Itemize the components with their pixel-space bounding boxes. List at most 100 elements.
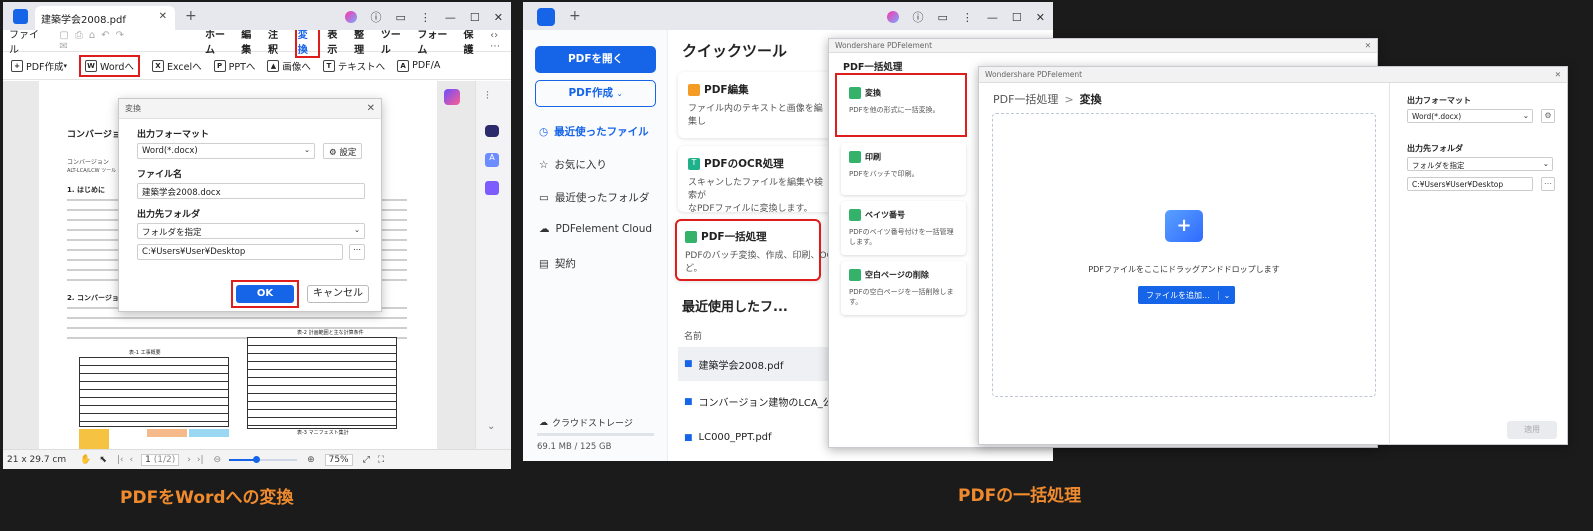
convert-icon (849, 87, 861, 99)
recent-file-row[interactable]: ■ 建築学会2008.pdf (678, 347, 828, 381)
convert-close-icon[interactable]: ✕ (1555, 70, 1561, 79)
dialog-close-icon[interactable]: ✕ (367, 103, 375, 114)
new-tab-icon[interactable]: + (569, 8, 581, 24)
doc-subtitle: コンバージョン (67, 159, 109, 166)
fullscreen-icon[interactable]: ⛶ (378, 455, 384, 465)
add-files-button[interactable]: ファイルを追加... ⌄ (1138, 286, 1236, 304)
batch-item-bates[interactable]: ベイツ番号 PDFのベイツ番号付けを一括管理します。 (841, 201, 966, 255)
menu-protect[interactable]: 保護 (463, 26, 483, 56)
menu-tools[interactable]: ツール (381, 26, 411, 56)
ok-button[interactable]: OK (236, 285, 294, 303)
batch-close-icon[interactable]: ✕ (1365, 41, 1371, 50)
to-text-button[interactable]: T テキストへ (322, 59, 385, 73)
chevron-down-icon[interactable]: ⌄ (1217, 290, 1236, 300)
menu-comment[interactable]: 注釈 (268, 26, 288, 56)
help-icon[interactable]: ⓘ (371, 9, 382, 25)
quick-access-icons[interactable]: ▢⎙⌂↶↷✉ (59, 30, 143, 52)
select-tool-icon[interactable]: ⬉ (99, 455, 107, 465)
menu-edit[interactable]: 編集 (241, 26, 261, 56)
breadcrumb-root[interactable]: PDF一括処理 (993, 91, 1058, 107)
nav-recent-folders[interactable]: ▭ 最近使ったフォルダ (539, 190, 649, 205)
to-image-button[interactable]: ▲ 画像へ (267, 59, 311, 73)
prev-page-icon[interactable]: ‹ (130, 455, 134, 465)
page-number-input[interactable]: 1 (1/2) (141, 453, 180, 466)
document-tab-title: 建築学会2008.pdf (41, 15, 126, 26)
batch-item-convert[interactable]: 変換 PDFを他の形式に一括変換。 (841, 79, 966, 123)
settings-icon[interactable]: ⚙ (1541, 109, 1555, 123)
close-tab-icon[interactable]: ✕ (159, 11, 167, 22)
more-icon[interactable]: ⋮ (420, 11, 431, 24)
filename-input[interactable]: 建築学会2008.docx (137, 183, 365, 199)
maximize-icon[interactable]: ☐ (1012, 11, 1022, 24)
open-pdf-button[interactable]: PDFを開く (535, 46, 656, 73)
to-excel-button[interactable]: X Excelへ (151, 59, 202, 73)
batch-item-print[interactable]: 印刷 PDFをバッチで印刷。 (841, 143, 966, 195)
chatbot-icon[interactable] (485, 125, 499, 137)
new-tab-icon[interactable]: + (185, 8, 197, 24)
menu-form[interactable]: フォーム (417, 26, 456, 56)
avatar[interactable] (344, 11, 357, 23)
menu-file[interactable]: ファイル (9, 26, 48, 56)
folder-select[interactable]: フォルダを指定 ⌄ (137, 223, 365, 239)
hand-tool-icon[interactable]: ✋ (80, 455, 91, 465)
to-word-button[interactable]: W Wordへ (79, 54, 140, 77)
last-page-icon[interactable]: ›| (197, 455, 204, 465)
note-icon[interactable] (485, 181, 499, 195)
output-format-select[interactable]: Word(*.docx) ⌄ (137, 143, 315, 159)
chevron-down-icon: ⌄ (304, 146, 310, 154)
next-page-icon[interactable]: › (187, 455, 191, 465)
close-window-icon[interactable]: ✕ (1036, 11, 1045, 24)
minimize-icon[interactable]: — (987, 11, 998, 24)
create-pdf-button[interactable]: + PDF作成 ▾ (11, 59, 67, 73)
browse-button[interactable]: ⋯ (349, 244, 365, 260)
nav-cloud[interactable]: ☁ PDFelement Cloud (539, 223, 652, 235)
scroll-down-icon[interactable]: ⌄ (487, 421, 495, 432)
zoom-level[interactable]: 75% (324, 453, 353, 466)
avatar[interactable] (886, 11, 899, 23)
close-window-icon[interactable]: ✕ (494, 11, 503, 24)
settings-button[interactable]: ⚙ 設定 (323, 143, 363, 159)
properties-icon[interactable]: ⫶ (486, 89, 489, 103)
card-pdf-batch[interactable]: PDF一括処理 PDFのバッチ変換、作成、印刷、OCR ど。 (675, 219, 839, 281)
minimize-icon[interactable]: — (445, 11, 456, 24)
first-page-icon[interactable]: |‹ (117, 455, 124, 465)
card-pdf-edit[interactable]: PDF編集 ファイル内のテキストと画像を編集し (678, 72, 838, 138)
nav-contracts[interactable]: ▤ 契約 (539, 256, 576, 271)
fit-page-icon[interactable]: ⤢ (363, 455, 370, 465)
folder-path-input[interactable]: C:¥Users¥User¥Desktop (1407, 177, 1533, 191)
document-tab[interactable]: 建築学会2008.pdf ✕ (35, 6, 175, 30)
message-icon[interactable]: ▭ (396, 11, 406, 24)
table-1-title: 表-1 工事概要 (129, 350, 161, 356)
zoom-slider[interactable] (229, 455, 298, 463)
drop-zone[interactable]: + PDFファイルをここにドラッグアンドドロップします ファイルを追加... ⌄ (992, 113, 1376, 397)
to-pdfa-button[interactable]: A PDF/A (397, 59, 440, 72)
more-icon[interactable]: ⋮ (962, 11, 973, 24)
zoom-in-icon[interactable]: ⊕ (307, 455, 315, 465)
browse-button[interactable]: ⋯ (1541, 177, 1555, 191)
batch-item-remove-blank[interactable]: 空白ページの削除 PDFの空白ページを一括削除します。 (841, 261, 966, 315)
output-format-label: 出力フォーマット (137, 130, 210, 140)
menu-organize[interactable]: 整理 (354, 26, 374, 56)
card-pdf-ocr[interactable]: T PDFのOCR処理 スキャンしたファイルを編集や検索が なPDFファイルに変換… (678, 146, 838, 214)
folder-select[interactable]: フォルダを指定 ⌄ (1407, 157, 1553, 171)
message-icon[interactable]: ▭ (938, 11, 948, 24)
translate-icon[interactable]: A (485, 153, 499, 167)
ai-assistant-icon[interactable] (444, 89, 460, 105)
drop-text: PDFファイルをここにドラッグアンドドロップします (1088, 265, 1280, 274)
menu-home[interactable]: ホーム (205, 26, 234, 56)
word-icon: W (85, 59, 98, 72)
output-format-select[interactable]: Word(*.docx) ⌄ (1407, 109, 1533, 123)
maximize-icon[interactable]: ☐ (470, 11, 480, 24)
folder-path-input[interactable]: C:¥Users¥User¥Desktop (137, 244, 343, 260)
to-ppt-button[interactable]: P PPTへ (213, 59, 255, 73)
breadcrumb: PDF一括処理 > 変換 (993, 91, 1102, 107)
cancel-button[interactable]: キャンセル (307, 285, 369, 303)
menu-view[interactable]: 表示 (327, 26, 347, 56)
create-pdf-button[interactable]: PDF作成 ⌄ (535, 80, 656, 107)
nav-favorites[interactable]: ☆ お気に入り (539, 157, 607, 172)
zoom-out-icon[interactable]: ⊖ (214, 455, 222, 465)
apply-button[interactable]: 適用 (1507, 421, 1557, 439)
nav-recent-files[interactable]: ◷ 最近使ったファイル (539, 124, 649, 139)
help-icon[interactable]: ⓘ (913, 9, 924, 25)
menu-scroll-icon[interactable]: ‹› ⋯ (490, 30, 511, 52)
